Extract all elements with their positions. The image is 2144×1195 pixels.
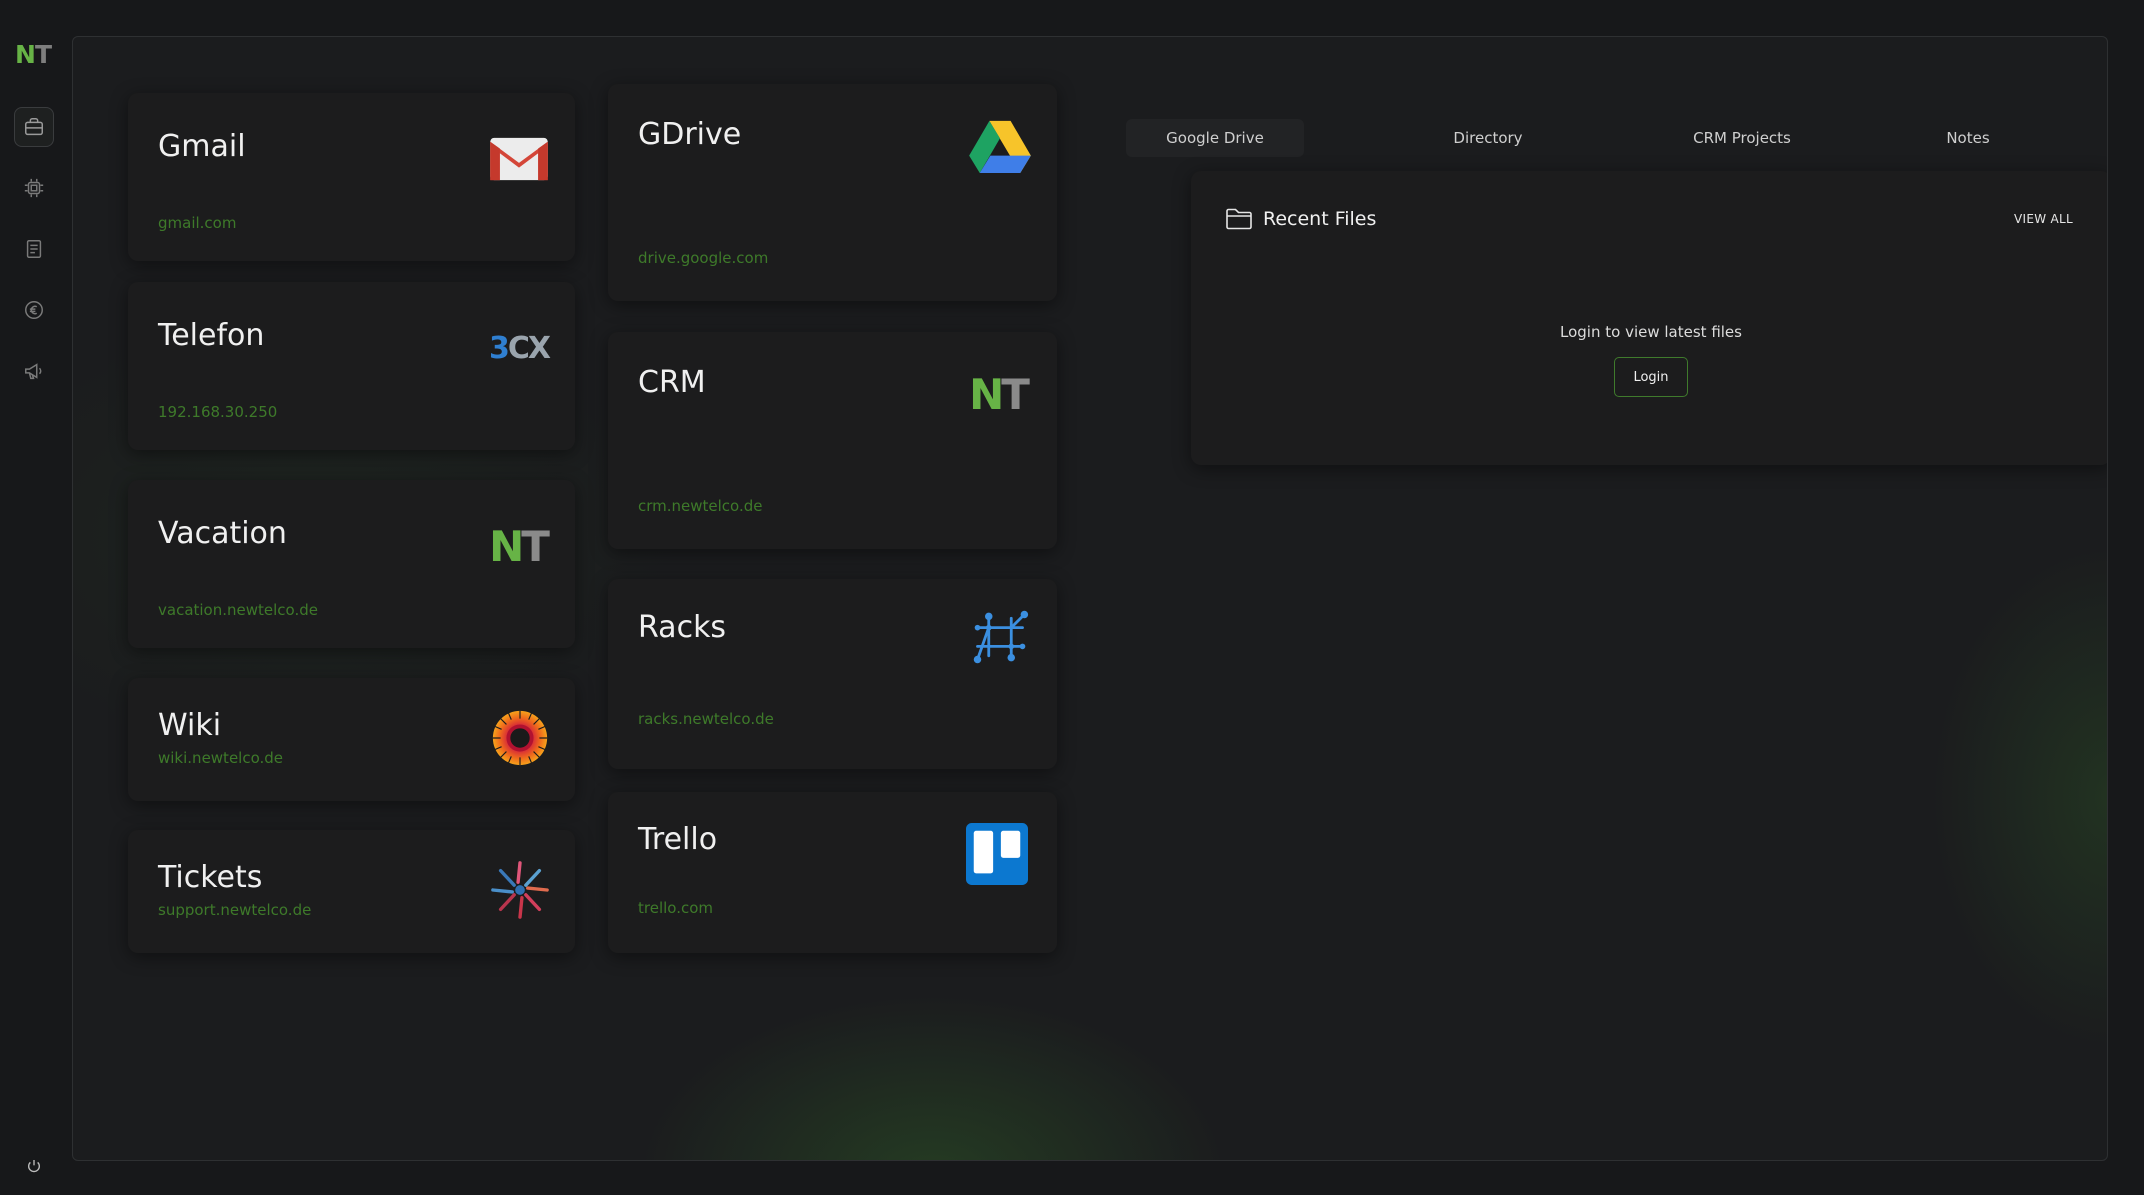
power-icon (28, 1160, 40, 1173)
app-card-wiki[interactable]: Wiki wiki.newtelco.de (128, 678, 575, 801)
tab-crm-projects[interactable]: CRM Projects (1657, 119, 1827, 157)
gmail-icon (487, 127, 551, 191)
app-card-crm[interactable]: CRM crm.newtelco.de NT (608, 332, 1057, 549)
tab-directory[interactable]: Directory (1403, 119, 1573, 157)
app-url: 192.168.30.250 (158, 403, 278, 421)
app-url: racks.newtelco.de (638, 710, 774, 728)
sidebar-item-finance[interactable] (14, 290, 54, 330)
app-card-racks[interactable]: Racks racks.newtelco.de (608, 579, 1057, 769)
tickets-icon (488, 858, 552, 922)
app-title: GDrive (638, 117, 742, 152)
app-card-gmail[interactable]: Gmail gmail.com (128, 93, 575, 261)
app-title: Racks (638, 610, 727, 645)
app-url: drive.google.com (638, 249, 769, 267)
newtelco-icon: NT (489, 521, 550, 571)
newtelco-logo[interactable]: NT (15, 40, 52, 69)
sidebar: NT (0, 0, 68, 1195)
document-icon (26, 240, 42, 258)
app-title: Tickets (158, 860, 263, 895)
sidebar-item-hardware[interactable] (14, 168, 54, 208)
recent-files-panel: Recent Files VIEW ALL Login to view late… (1191, 171, 2107, 465)
app-title: Gmail (158, 129, 246, 164)
megaphone-icon (25, 363, 42, 380)
app-title: Wiki (158, 708, 222, 743)
app-url: gmail.com (158, 214, 237, 232)
app-card-telefon[interactable]: Telefon 192.168.30.250 3CX (128, 282, 575, 450)
view-all-link[interactable]: VIEW ALL (2014, 212, 2073, 226)
app-title: Vacation (158, 516, 287, 551)
main-panel: Gmail gmail.com Telefon 192.168.30.250 3… (72, 36, 2108, 1161)
gdrive-icon (968, 114, 1032, 178)
app-title: CRM (638, 365, 706, 400)
app-card-vacation[interactable]: Vacation vacation.newtelco.de NT (128, 480, 575, 648)
chip-icon (24, 178, 44, 198)
logout-button[interactable] (22, 1154, 46, 1178)
tab-google-drive[interactable]: Google Drive (1126, 119, 1304, 157)
app-url: wiki.newtelco.de (158, 749, 284, 767)
app-title: Trello (638, 822, 718, 857)
sidebar-item-announcements[interactable] (14, 351, 54, 391)
app-url: vacation.newtelco.de (158, 601, 318, 619)
app-card-trello[interactable]: Trello trello.com (608, 792, 1057, 953)
app-card-gdrive[interactable]: GDrive drive.google.com (608, 84, 1057, 301)
app-title: Telefon (158, 318, 265, 353)
app-url: crm.newtelco.de (638, 497, 763, 515)
app-card-tickets[interactable]: Tickets support.newtelco.de (128, 830, 575, 953)
3cx-icon: 3CX (488, 330, 551, 366)
wiki-icon (488, 706, 552, 770)
trello-icon (965, 822, 1029, 886)
recent-files-title: Recent Files (1263, 208, 1377, 230)
racks-icon (968, 605, 1032, 669)
briefcase-icon (25, 118, 43, 136)
sidebar-item-apps[interactable] (14, 107, 54, 147)
login-button[interactable]: Login (1614, 357, 1688, 397)
newtelco-icon: NT (969, 369, 1030, 419)
app-url: trello.com (638, 899, 713, 917)
folder-icon (1226, 208, 1252, 230)
euro-icon (25, 301, 43, 319)
tab-notes[interactable]: Notes (1913, 119, 2023, 157)
login-prompt: Login to view latest files (1560, 323, 1742, 341)
sidebar-item-documents[interactable] (14, 229, 54, 269)
app-url: support.newtelco.de (158, 901, 312, 919)
